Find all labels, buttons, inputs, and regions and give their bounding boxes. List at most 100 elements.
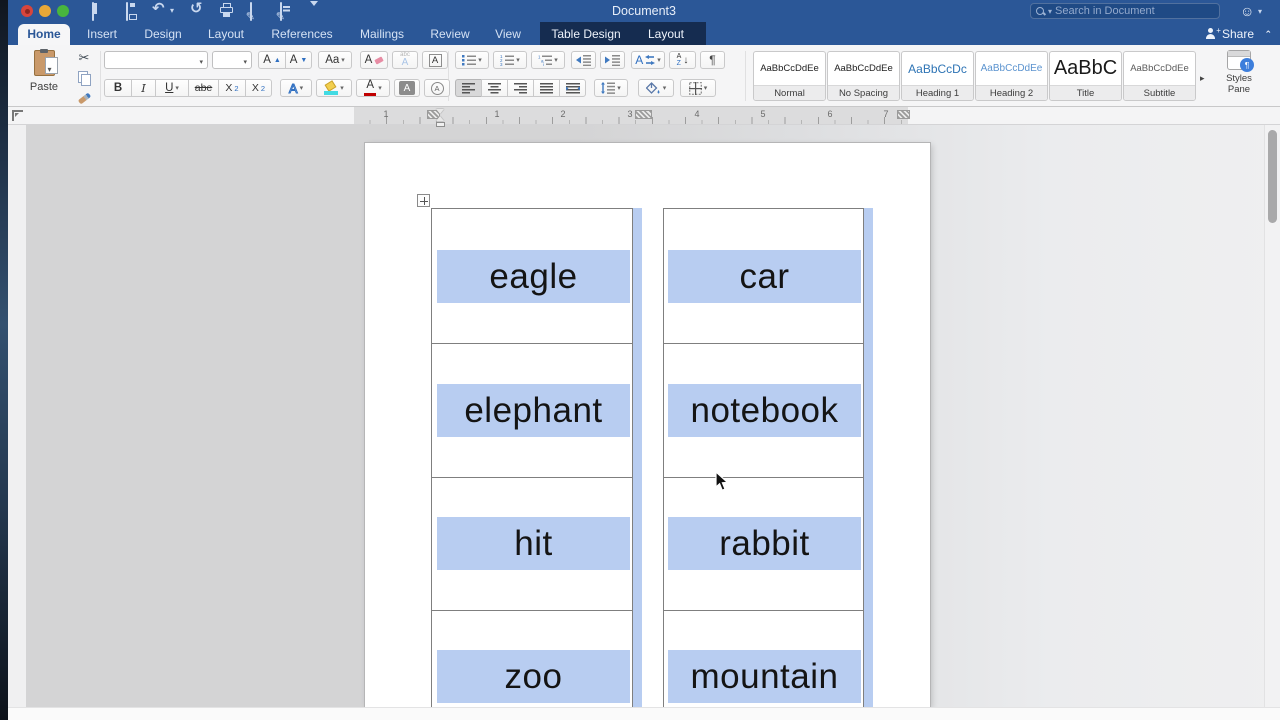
style-subtitle[interactable]: AaBbCcDdEe Subtitle bbox=[1123, 51, 1196, 101]
share-button[interactable]: + Share bbox=[1206, 27, 1254, 41]
character-shading-button[interactable]: A bbox=[394, 79, 420, 97]
table-move-handle[interactable] bbox=[417, 194, 430, 207]
table-cell-highlight[interactable]: mountain bbox=[668, 650, 861, 703]
style-sample: AaBbC bbox=[1050, 52, 1121, 85]
direction-arrows-icon bbox=[645, 54, 655, 66]
paste-caret-icon[interactable]: ▾ bbox=[47, 65, 51, 74]
increase-indent-button[interactable] bbox=[600, 51, 625, 69]
feedback-caret-icon[interactable]: ▾ bbox=[1258, 7, 1262, 16]
horizontal-scrollbar-area[interactable] bbox=[8, 707, 1280, 720]
grow-font-button[interactable]: A▲ bbox=[258, 51, 285, 69]
tab-references[interactable]: References bbox=[271, 27, 332, 41]
style-no-spacing[interactable]: AaBbCcDdEe No Spacing bbox=[827, 51, 900, 101]
tab-insert[interactable]: Insert bbox=[87, 27, 117, 41]
left-indent-marker[interactable] bbox=[436, 122, 445, 127]
enclose-characters-button[interactable]: A bbox=[424, 79, 450, 97]
table-cell-highlight[interactable]: notebook bbox=[668, 384, 861, 437]
vertical-scrollbar[interactable] bbox=[1264, 125, 1280, 707]
strikethrough-button[interactable]: abe bbox=[188, 79, 218, 97]
line-spacing-button[interactable]: ▾ bbox=[594, 79, 628, 97]
hanging-indent-marker[interactable] bbox=[436, 116, 444, 121]
page[interactable]: eagle car elephant notebook hit rabbit z… bbox=[365, 143, 930, 707]
text-direction-button[interactable]: A ▾ bbox=[631, 51, 665, 69]
tab-home[interactable]: Home bbox=[18, 24, 70, 45]
word-text: rabbit bbox=[719, 524, 810, 564]
decrease-indent-button[interactable] bbox=[571, 51, 596, 69]
align-left-button[interactable] bbox=[455, 79, 481, 97]
feedback-smiley-icon[interactable]: ☺ bbox=[1240, 3, 1254, 19]
superscript-button[interactable]: X2 bbox=[245, 79, 272, 97]
paste-button[interactable]: ▾ Paste bbox=[18, 50, 70, 102]
bold-button[interactable]: B bbox=[104, 79, 131, 97]
ruler-number: 3 bbox=[627, 109, 632, 119]
underline-button[interactable]: U▾ bbox=[155, 79, 188, 97]
bullets-button[interactable]: ▾ bbox=[455, 51, 489, 69]
style-sample: AaBbCcDdEe bbox=[828, 52, 899, 85]
table-row-border bbox=[663, 610, 864, 611]
style-title[interactable]: AaBbC Title bbox=[1049, 51, 1122, 101]
character-border-button[interactable]: A bbox=[422, 51, 448, 69]
borders-button[interactable]: ▾ bbox=[680, 79, 716, 97]
word-text: car bbox=[739, 257, 789, 297]
table-cell-highlight[interactable]: car bbox=[668, 250, 861, 303]
phonetic-guide-button[interactable]: abcA bbox=[392, 51, 418, 69]
tab-home-label: Home bbox=[18, 27, 70, 41]
align-right-button[interactable] bbox=[507, 79, 533, 97]
search-input[interactable]: ▾ Search in Document bbox=[1030, 3, 1220, 19]
table-cell-highlight[interactable]: zoo bbox=[437, 650, 630, 703]
style-heading-1[interactable]: AaBbCcDc Heading 1 bbox=[901, 51, 974, 101]
styles-pane-icon: ¶ bbox=[1227, 50, 1251, 70]
text-effects-button[interactable]: A▾ bbox=[280, 79, 312, 97]
style-sample: AaBbCcDdEe bbox=[976, 52, 1047, 85]
font-color-button[interactable]: A ▾ bbox=[356, 79, 390, 97]
first-line-indent-marker[interactable] bbox=[436, 109, 444, 114]
tab-layout[interactable]: Layout bbox=[208, 27, 244, 41]
tab-table-layout[interactable]: Layout bbox=[648, 27, 684, 41]
tab-review[interactable]: Review bbox=[430, 27, 469, 41]
font-size-select[interactable]: ▾ bbox=[212, 51, 252, 69]
table-cell-highlight[interactable]: eagle bbox=[437, 250, 630, 303]
sort-button[interactable]: AZ ↓ bbox=[669, 51, 696, 69]
ribbon-collapse-icon[interactable]: ⌃ bbox=[1264, 29, 1272, 40]
numbering-button[interactable]: 123 ▾ bbox=[493, 51, 527, 69]
style-heading-2[interactable]: AaBbCcDdEe Heading 2 bbox=[975, 51, 1048, 101]
tab-view[interactable]: View bbox=[495, 27, 521, 41]
align-left-icon bbox=[462, 83, 475, 94]
table-cell-highlight[interactable]: elephant bbox=[437, 384, 630, 437]
font-name-select[interactable]: ▾ bbox=[104, 51, 208, 69]
tab-table-design[interactable]: Table Design bbox=[551, 27, 620, 41]
align-center-button[interactable] bbox=[481, 79, 507, 97]
shrink-font-button[interactable]: A▼ bbox=[285, 51, 312, 69]
italic-button[interactable]: I bbox=[131, 79, 155, 97]
table-row-border bbox=[431, 343, 633, 344]
subscript-button[interactable]: X2 bbox=[218, 79, 245, 97]
clear-formatting-button[interactable]: A bbox=[360, 51, 388, 69]
table-column-marker[interactable] bbox=[635, 110, 652, 119]
justify-button[interactable] bbox=[533, 79, 559, 97]
table-cell-highlight[interactable]: hit bbox=[437, 517, 630, 570]
shading-button[interactable]: ▾ bbox=[638, 79, 674, 97]
format-painter-button[interactable] bbox=[74, 90, 94, 106]
text-highlight-button[interactable]: ▾ bbox=[316, 79, 352, 97]
search-scope-caret-icon[interactable]: ▾ bbox=[1048, 7, 1052, 16]
tab-mailings[interactable]: Mailings bbox=[360, 27, 404, 41]
styles-pane-label: Pane bbox=[1228, 84, 1250, 95]
styles-pane-button[interactable]: ¶ Styles Pane bbox=[1212, 50, 1266, 104]
group-separator bbox=[745, 51, 746, 101]
show-paragraph-marks-button[interactable]: ¶ bbox=[700, 51, 725, 69]
style-normal[interactable]: AaBbCcDdEe Normal bbox=[753, 51, 826, 101]
table-cell-highlight[interactable]: rabbit bbox=[668, 517, 861, 570]
distribute-text-button[interactable] bbox=[559, 79, 586, 97]
multilevel-list-button[interactable]: 1ai ▾ bbox=[531, 51, 565, 69]
ruler-number: 4 bbox=[694, 109, 699, 119]
cut-button[interactable]: ✂ bbox=[74, 50, 94, 66]
table-column-marker[interactable] bbox=[897, 110, 910, 119]
tab-design[interactable]: Design bbox=[144, 27, 181, 41]
bullet-list-icon bbox=[462, 54, 476, 66]
vertical-scrollbar-thumb[interactable] bbox=[1268, 130, 1277, 223]
styles-gallery-expand-icon[interactable]: ▸ bbox=[1200, 73, 1205, 84]
change-case-button[interactable]: Aa▾ bbox=[318, 51, 352, 69]
copy-button[interactable] bbox=[74, 69, 94, 85]
multilevel-list-icon: 1ai bbox=[538, 54, 552, 66]
tab-stop-selector[interactable] bbox=[12, 110, 23, 121]
